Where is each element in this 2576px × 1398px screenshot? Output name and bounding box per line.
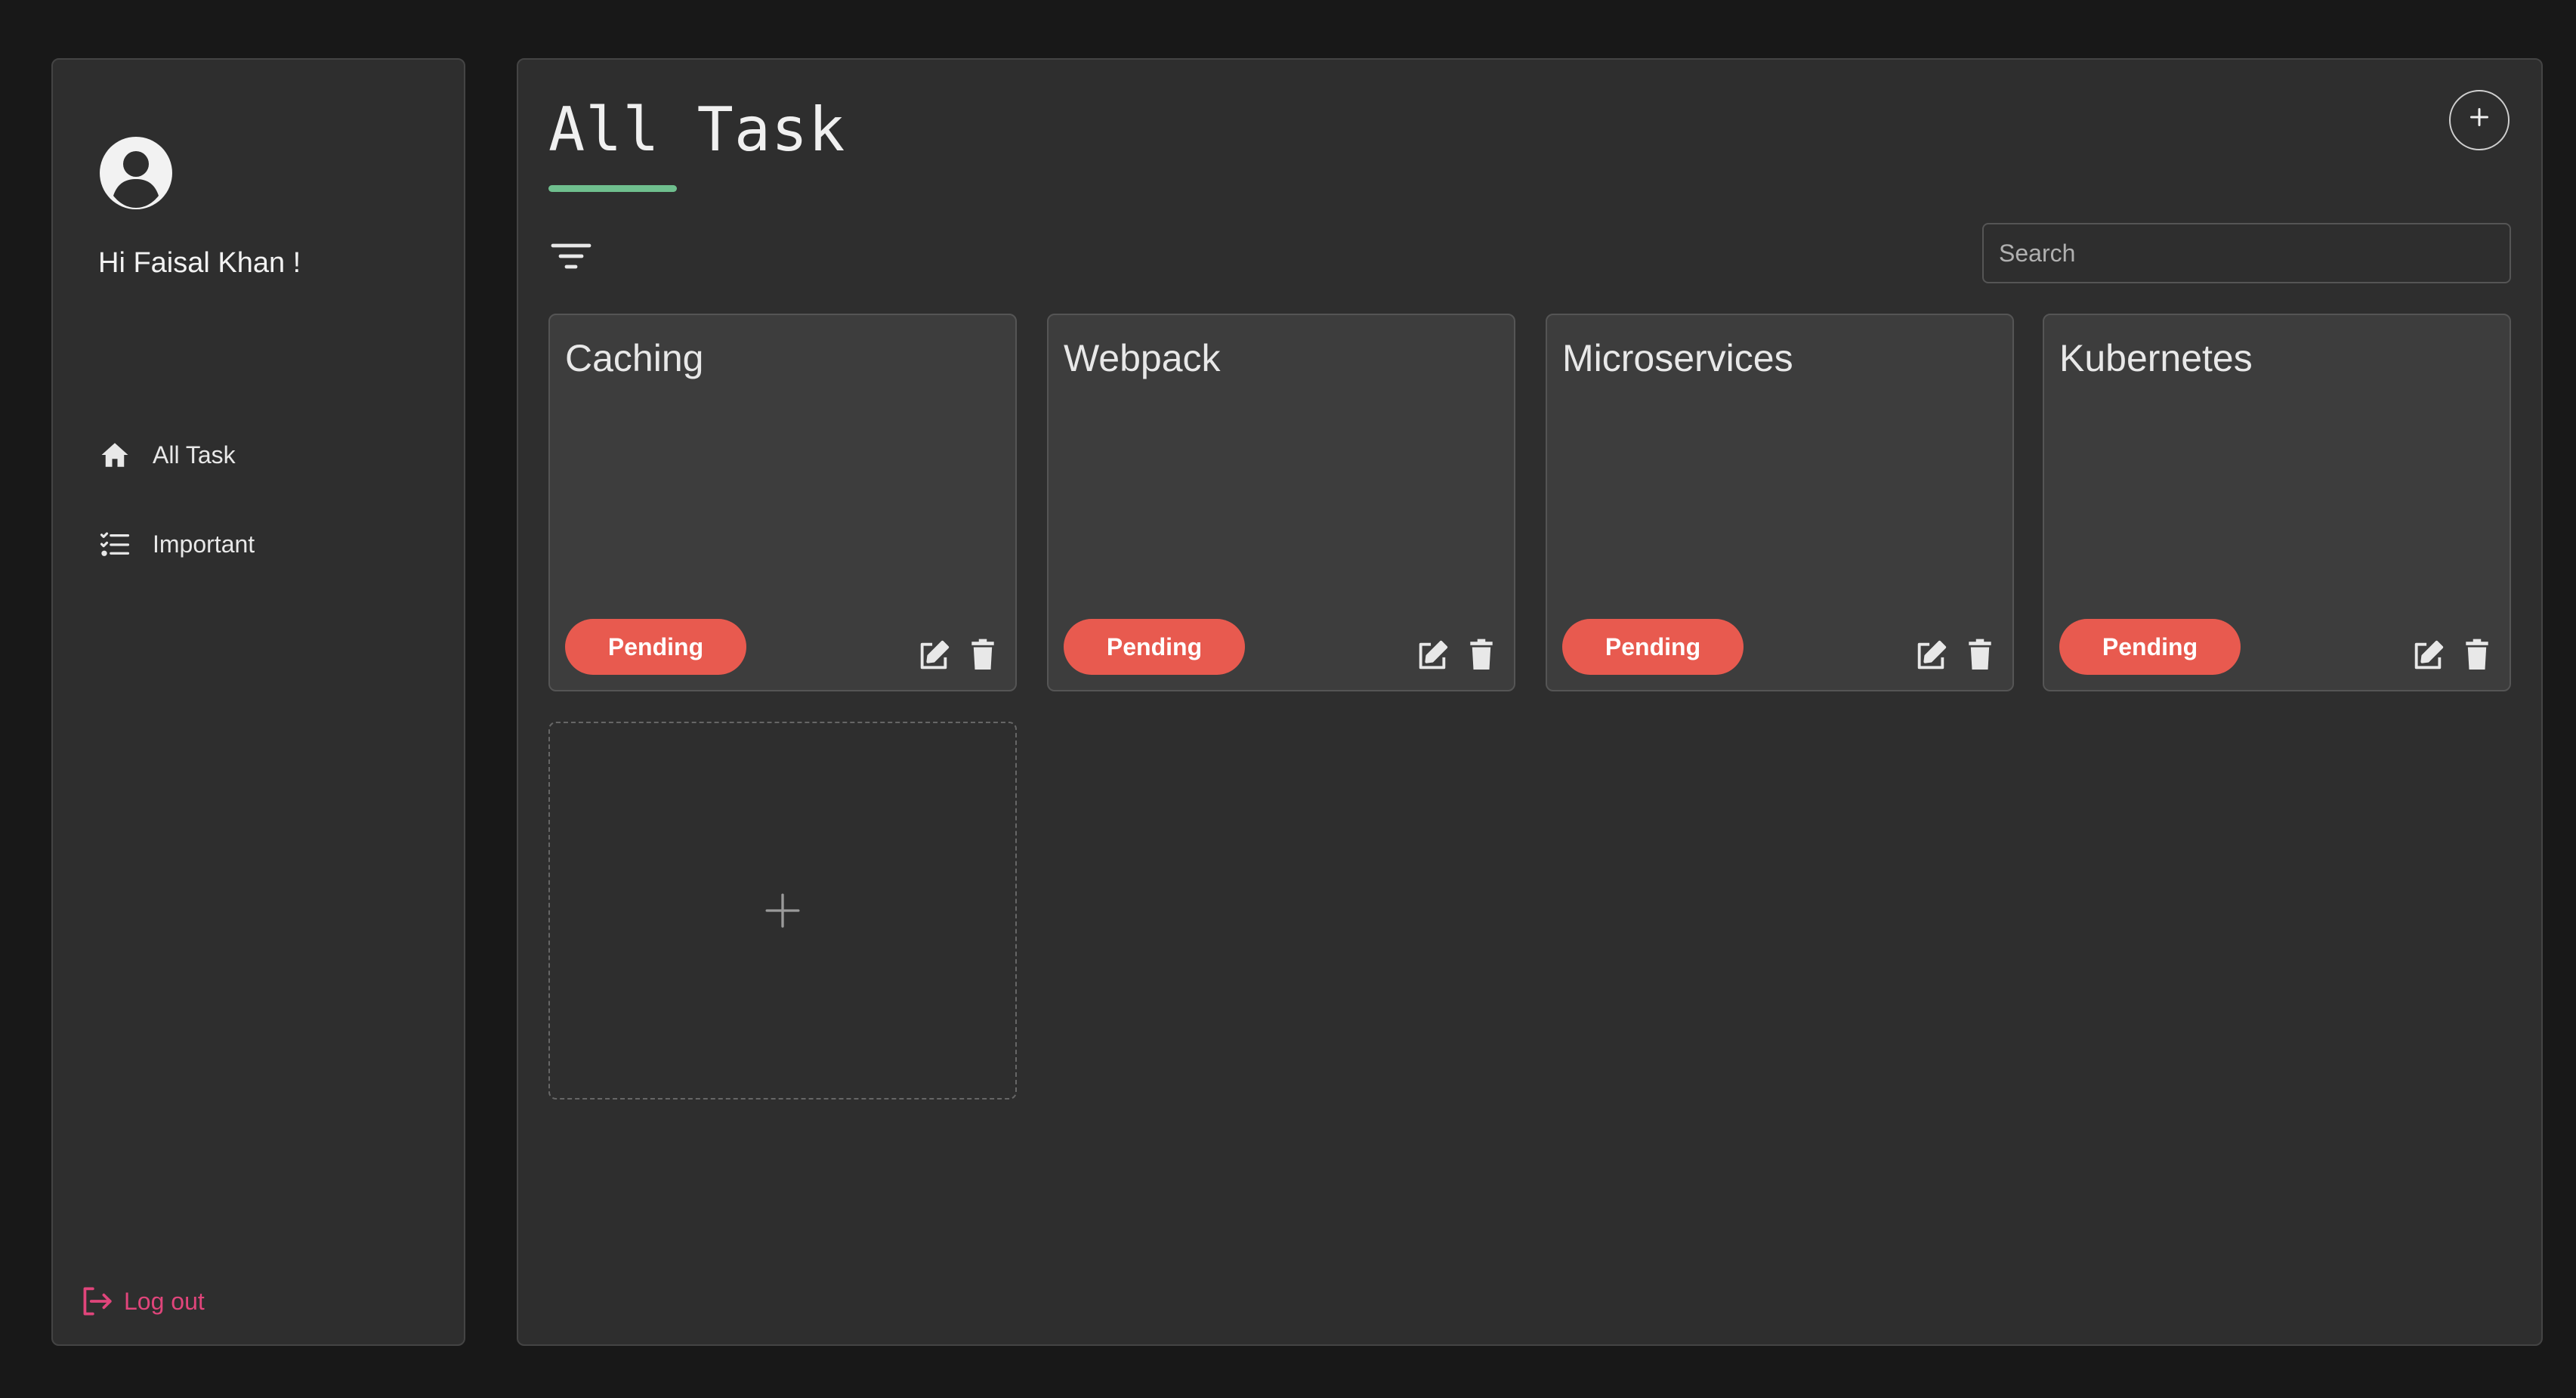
- task-title: Kubernetes: [2059, 337, 2253, 379]
- logout-button[interactable]: Log out: [77, 1282, 205, 1320]
- add-task-card[interactable]: [548, 722, 1017, 1100]
- logout-icon: [77, 1282, 115, 1320]
- logout-label: Log out: [124, 1287, 205, 1315]
- task-card[interactable]: Webpack Pending: [1047, 314, 1515, 691]
- title-underline: [548, 185, 677, 192]
- edit-icon[interactable]: [1414, 639, 1450, 673]
- sidebar-item-all-task[interactable]: All Task: [97, 428, 429, 481]
- task-card[interactable]: Microservices Pending: [1546, 314, 2014, 691]
- task-title: Webpack: [1064, 337, 1221, 379]
- checklist-icon: [97, 526, 133, 562]
- trash-icon[interactable]: [1967, 639, 1993, 670]
- filter-icon[interactable]: [548, 234, 594, 279]
- user-avatar-icon[interactable]: [98, 135, 174, 211]
- task-title: Caching: [565, 337, 704, 379]
- home-icon: [97, 437, 133, 473]
- edit-icon[interactable]: [1913, 639, 1949, 673]
- status-badge[interactable]: Pending: [2059, 619, 2241, 675]
- trash-icon[interactable]: [2464, 639, 2490, 670]
- trash-icon[interactable]: [970, 639, 996, 670]
- sidebar-item-label: Important: [153, 530, 255, 558]
- sidebar-item-important[interactable]: Important: [97, 518, 429, 571]
- user-greeting: Hi Faisal Khan !: [98, 247, 301, 279]
- sidebar: Hi Faisal Khan ! All Task Important Log …: [51, 58, 465, 1346]
- status-badge[interactable]: Pending: [1064, 619, 1245, 675]
- plus-icon: [764, 892, 802, 929]
- add-task-button[interactable]: [2449, 90, 2510, 150]
- sidebar-item-label: All Task: [153, 441, 236, 469]
- task-card[interactable]: Caching Pending: [548, 314, 1017, 691]
- search-input[interactable]: [1982, 223, 2511, 283]
- main-panel: All Task Caching Pending We: [517, 58, 2543, 1346]
- plus-circle-icon: [2466, 101, 2493, 139]
- edit-icon[interactable]: [2410, 639, 2446, 673]
- trash-icon[interactable]: [1469, 639, 1494, 670]
- status-badge[interactable]: Pending: [565, 619, 746, 675]
- edit-icon[interactable]: [916, 639, 952, 673]
- task-title: Microservices: [1562, 337, 1793, 379]
- status-badge[interactable]: Pending: [1562, 619, 1744, 675]
- page-title: All Task: [548, 94, 846, 165]
- task-card[interactable]: Kubernetes Pending: [2043, 314, 2511, 691]
